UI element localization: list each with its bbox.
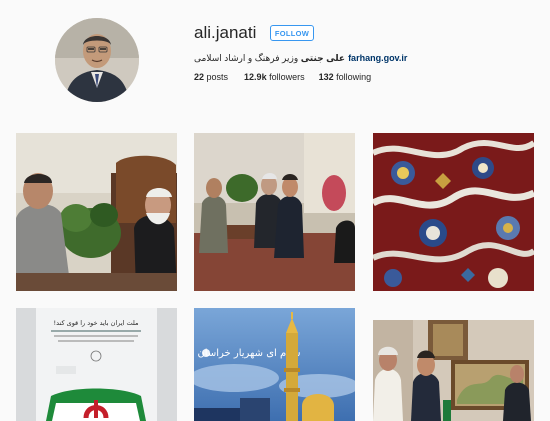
post-5-caption: سلام ای شهریار خراسان <box>197 348 300 359</box>
profile-username: ali.janati <box>194 23 257 42</box>
stat-posts: 22 posts <box>194 72 228 82</box>
stat-following[interactable]: 132 following <box>319 72 372 82</box>
post-thumbnail-3[interactable] <box>373 133 534 291</box>
post-thumbnail-4[interactable]: ملت ایران باید خود را قوی کند! <box>16 308 177 421</box>
bio-website-link[interactable]: farhang.gov.ir <box>348 53 407 63</box>
post-thumbnail-2[interactable] <box>194 133 355 291</box>
profile-bio: علی جنتی وزیر فرهنگ و ارشاد اسلامی farhan… <box>194 53 407 64</box>
followers-count: 12.9k <box>244 72 267 82</box>
bio-name: علی جنتی <box>300 53 346 63</box>
post-4-caption: ملت ایران باید خود را قوی کند! <box>53 319 138 327</box>
post-thumbnail-5[interactable]: سلام ای شهریار خراسان <box>194 308 355 421</box>
following-label: following <box>336 72 372 82</box>
follow-button[interactable]: FOLLOW <box>270 25 314 41</box>
stat-followers[interactable]: 12.9k followers <box>244 72 305 82</box>
post-thumbnail-1[interactable] <box>16 133 177 291</box>
followers-label: followers <box>269 72 305 82</box>
posts-count: 22 <box>194 72 205 82</box>
profile-stats: 22 posts 12.9k followers 132 following <box>194 72 387 82</box>
following-count: 132 <box>318 72 334 82</box>
bio-title: وزیر فرهنگ و ارشاد اسلامی <box>194 53 299 63</box>
post-thumbnail-6[interactable] <box>373 320 534 421</box>
profile-avatar[interactable] <box>55 18 139 102</box>
posts-label: posts <box>206 72 229 82</box>
bio-description: علی جنتی وزیر فرهنگ و ارشاد اسلامی <box>194 53 345 64</box>
